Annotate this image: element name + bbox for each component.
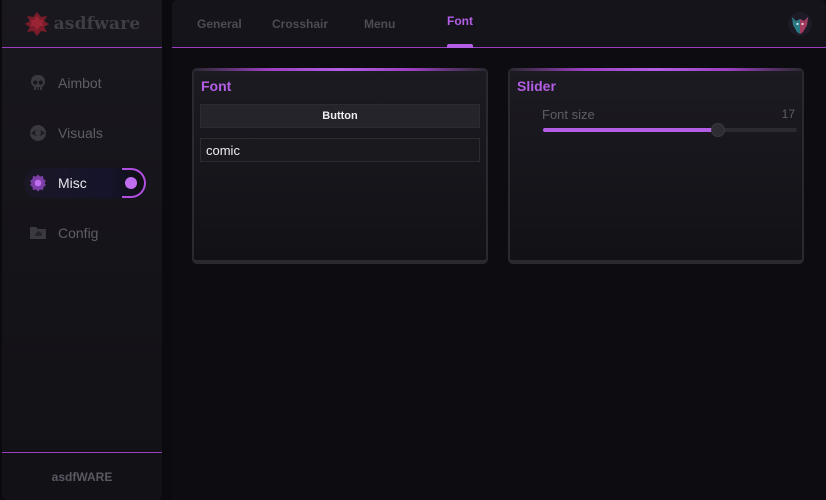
font-button[interactable]: Button [200, 104, 480, 128]
font-input[interactable] [200, 138, 480, 162]
slider-thumb[interactable] [711, 123, 726, 137]
sidebar-item-label: Aimbot [58, 75, 102, 91]
tab-crosshair[interactable]: Crosshair [272, 0, 328, 48]
sidebar-item-label: Visuals [58, 125, 103, 141]
main-area: General Crosshair Menu Font Font Button … [172, 0, 826, 500]
sidebar-item-visuals[interactable]: Visuals [24, 118, 146, 148]
panel-title: Font [201, 78, 232, 94]
panel-font: Font Button [192, 68, 488, 264]
folder-icon [30, 227, 46, 239]
active-indicator-dot [125, 177, 137, 189]
tab-label: Menu [364, 17, 396, 31]
panel-accent-bar [194, 68, 486, 71]
slider-fill [543, 128, 719, 132]
tab-font[interactable]: Font [447, 0, 473, 48]
tab-general[interactable]: General [197, 0, 242, 48]
sidebar-item-aimbot[interactable]: Aimbot [24, 68, 146, 98]
tab-label: Crosshair [272, 17, 329, 31]
tab-menu[interactable]: Menu [364, 0, 395, 48]
sidebar-item-label: Config [58, 225, 99, 241]
sidebar-item-label: Misc [58, 175, 87, 191]
brand: asdfware [2, 0, 162, 48]
gear-icon [30, 174, 46, 192]
brand-name: asdfware [53, 13, 141, 34]
tab-label: General [197, 17, 242, 31]
font-size-slider[interactable] [543, 123, 797, 137]
wolf-avatar-icon[interactable] [788, 12, 812, 36]
panel-accent-bar [510, 68, 802, 71]
sidebar-item-misc[interactable]: Misc [24, 168, 146, 198]
red-leaf-logo-icon [24, 11, 49, 36]
skull-icon [31, 75, 45, 90]
panel-title: Slider [517, 78, 556, 94]
sidebar-footer: asdfWARE [2, 452, 162, 500]
sidebar-item-config[interactable]: Config [24, 218, 146, 248]
sidebar: asdfware Aimbot Visuals Misc Config asdf… [2, 0, 162, 500]
tab-label: Font [447, 14, 473, 28]
slider-label: Font size [542, 107, 595, 122]
panel-slider: Slider Font size 17 [508, 68, 804, 264]
eye-icon [30, 125, 46, 141]
tab-bar: General Crosshair Menu Font [172, 0, 826, 48]
slider-value: 17 [781, 107, 795, 121]
active-tab-underline [447, 44, 473, 48]
